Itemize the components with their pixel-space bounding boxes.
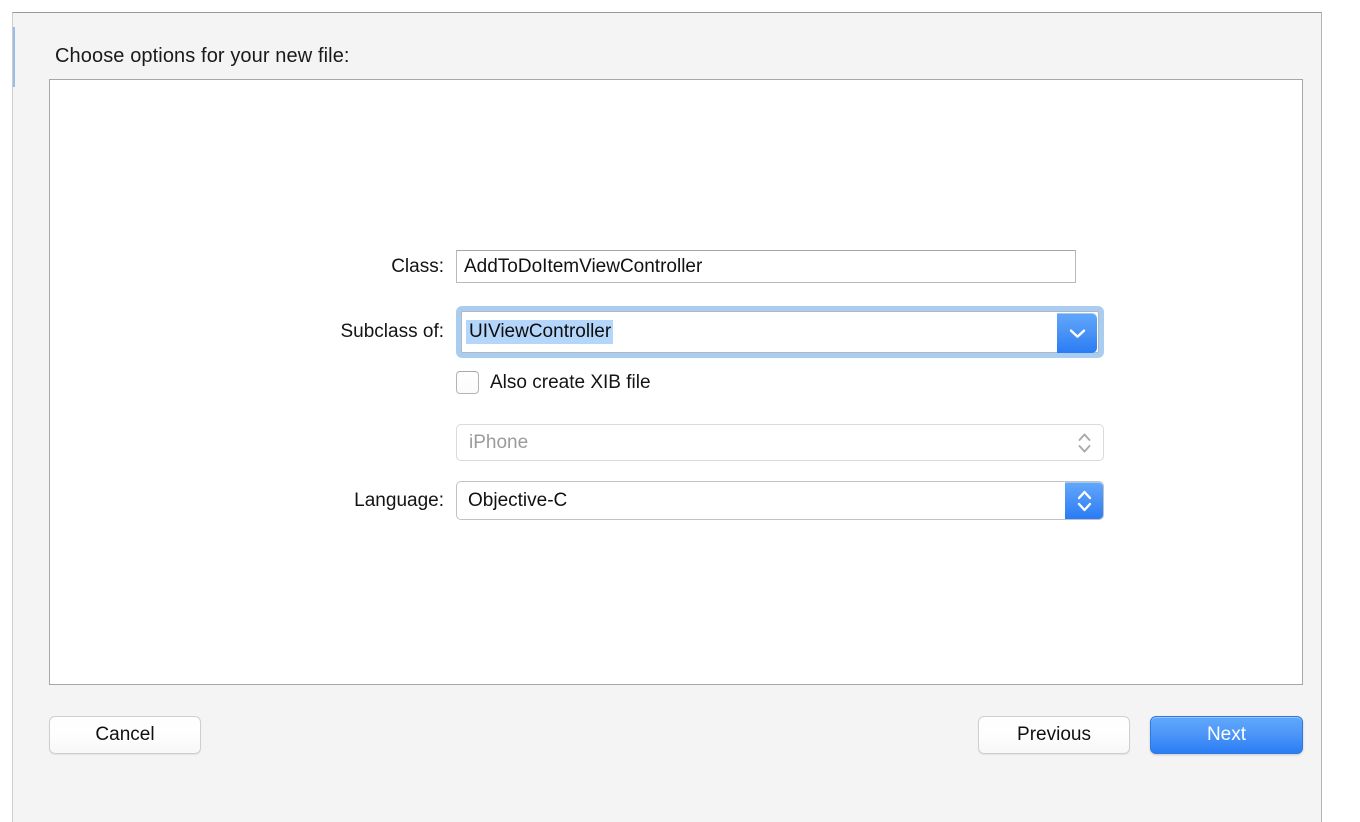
xib-checkbox-label: Also create XIB file: [490, 372, 651, 394]
window-edge-accent: [13, 27, 15, 87]
language-popup[interactable]: Objective-C: [456, 481, 1104, 520]
subclass-combobox-field[interactable]: UIViewController: [461, 311, 1099, 353]
chevron-down-icon: [1069, 328, 1086, 339]
xib-checkbox[interactable]: [456, 371, 479, 394]
options-content-panel: Class: AddToDoItemViewController Subclas…: [49, 79, 1303, 685]
subclass-label: Subclass of:: [50, 321, 456, 343]
subclass-row: Subclass of: UIViewController: [50, 306, 1302, 358]
page-title: Choose options for your new file:: [55, 45, 350, 68]
class-row: Class: AddToDoItemViewController: [50, 250, 1302, 283]
chevron-up-down-icon: [1076, 430, 1092, 456]
previous-button[interactable]: Previous: [978, 716, 1130, 754]
language-popup-value: Objective-C: [468, 490, 567, 512]
device-popup-value: iPhone: [469, 432, 528, 454]
subclass-combobox[interactable]: UIViewController: [456, 306, 1104, 358]
subclass-dropdown-button[interactable]: [1057, 313, 1097, 353]
device-popup: iPhone: [456, 424, 1104, 461]
language-row: Language: Objective-C: [50, 481, 1302, 520]
device-row: iPhone: [50, 424, 1302, 461]
subclass-combobox-value: UIViewController: [466, 320, 613, 344]
xib-row: Also create XIB file: [50, 371, 1302, 394]
xib-checkbox-group[interactable]: Also create XIB file: [456, 371, 651, 394]
next-button[interactable]: Next: [1150, 716, 1303, 754]
cancel-button[interactable]: Cancel: [49, 716, 201, 754]
chevron-up-down-icon[interactable]: [1065, 482, 1103, 519]
class-name-input[interactable]: AddToDoItemViewController: [456, 250, 1076, 283]
language-label: Language:: [50, 490, 456, 512]
class-label: Class:: [50, 256, 456, 278]
new-file-options-dialog: Choose options for your new file: Class:…: [12, 12, 1322, 822]
